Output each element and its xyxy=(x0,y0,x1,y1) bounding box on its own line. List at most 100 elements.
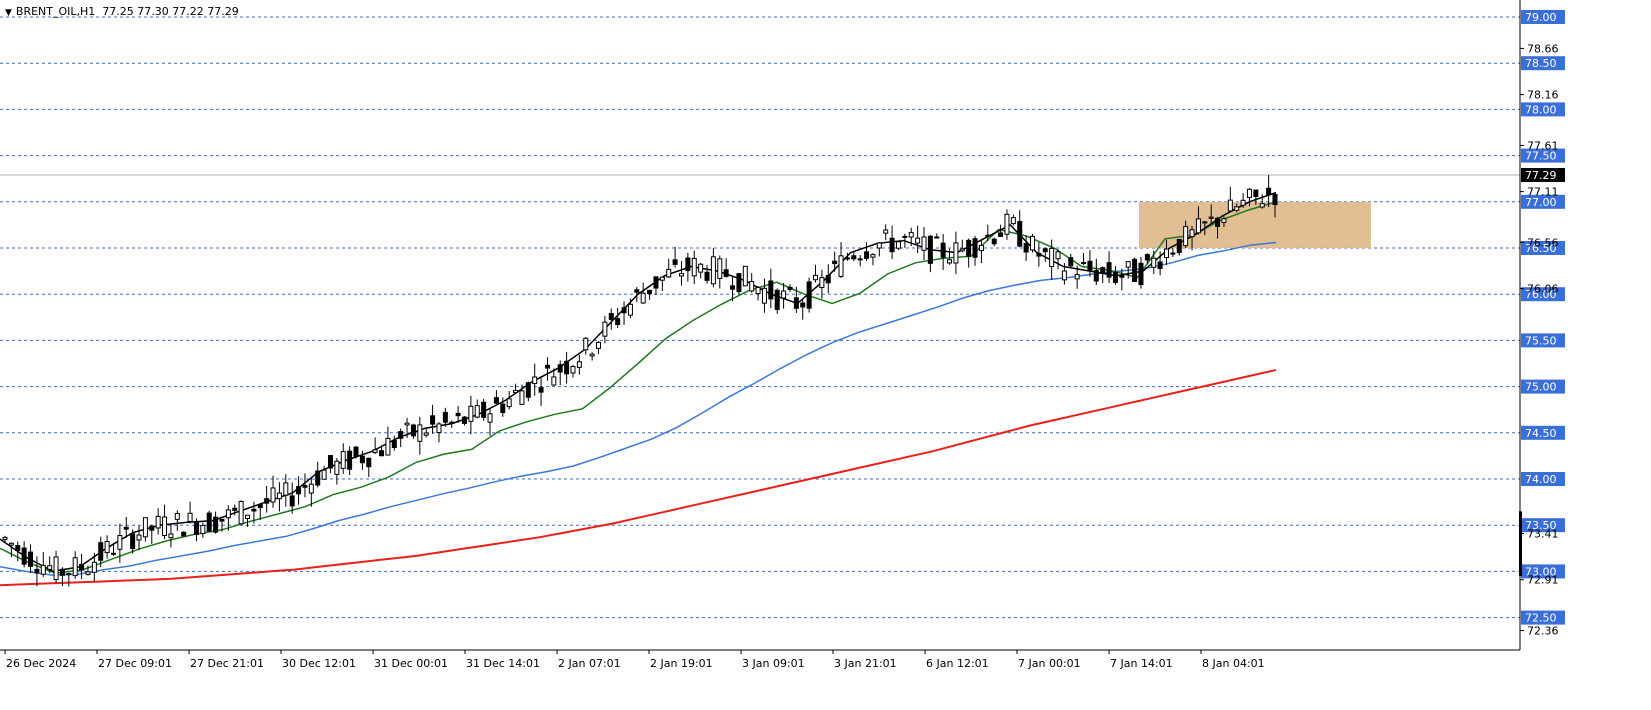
candle[interactable] xyxy=(838,242,844,279)
candle[interactable] xyxy=(685,252,691,282)
candle[interactable] xyxy=(257,502,263,520)
candle[interactable] xyxy=(53,550,59,583)
candle[interactable] xyxy=(596,341,602,355)
candle[interactable] xyxy=(602,315,608,344)
candle[interactable] xyxy=(672,246,678,268)
candle[interactable] xyxy=(1036,242,1042,267)
candle[interactable] xyxy=(34,556,40,587)
candle[interactable] xyxy=(813,264,819,283)
candle[interactable] xyxy=(187,501,193,524)
candle[interactable] xyxy=(647,289,653,300)
candle[interactable] xyxy=(391,435,397,451)
candle[interactable] xyxy=(1100,266,1106,284)
candle[interactable] xyxy=(1087,250,1093,277)
candle[interactable] xyxy=(481,398,487,421)
candle[interactable] xyxy=(710,248,716,288)
candle[interactable] xyxy=(417,416,423,455)
candle[interactable] xyxy=(825,264,831,294)
candle[interactable] xyxy=(889,225,895,260)
candle[interactable] xyxy=(513,383,519,394)
candle[interactable] xyxy=(934,233,940,239)
candle[interactable] xyxy=(1138,256,1144,289)
candle[interactable] xyxy=(487,409,493,436)
candle[interactable] xyxy=(736,273,742,295)
candle[interactable] xyxy=(315,461,321,488)
candle[interactable] xyxy=(659,276,665,292)
candle[interactable] xyxy=(749,273,755,293)
candle[interactable] xyxy=(168,524,174,548)
candle[interactable] xyxy=(181,531,187,537)
candle[interactable] xyxy=(851,252,857,262)
candle[interactable] xyxy=(723,258,729,278)
candle[interactable] xyxy=(876,241,882,257)
candle[interactable] xyxy=(621,301,627,325)
candle[interactable] xyxy=(564,351,570,384)
candle[interactable] xyxy=(953,231,959,275)
candle[interactable] xyxy=(72,551,78,579)
candle[interactable] xyxy=(532,363,538,396)
candle[interactable] xyxy=(436,422,442,443)
candle[interactable] xyxy=(1176,238,1182,256)
candle[interactable] xyxy=(1010,214,1016,226)
candle[interactable] xyxy=(238,500,244,525)
candle[interactable] xyxy=(468,395,474,435)
candle[interactable] xyxy=(538,375,544,406)
candle[interactable] xyxy=(691,250,697,285)
candle[interactable] xyxy=(410,423,416,439)
candle[interactable] xyxy=(270,475,276,508)
candle[interactable] xyxy=(857,255,863,267)
candle[interactable] xyxy=(21,541,27,568)
candle[interactable] xyxy=(666,258,672,279)
candle[interactable] xyxy=(474,399,480,419)
candle[interactable] xyxy=(608,308,614,330)
candle[interactable] xyxy=(1112,266,1118,285)
candle[interactable] xyxy=(972,235,978,266)
candle[interactable] xyxy=(327,455,333,474)
candle[interactable] xyxy=(461,415,467,426)
candle[interactable] xyxy=(506,390,512,410)
candle[interactable] xyxy=(927,235,933,273)
candle[interactable] xyxy=(1240,193,1246,208)
candle[interactable] xyxy=(774,288,780,314)
candle[interactable] xyxy=(806,277,812,313)
candle[interactable] xyxy=(583,337,589,355)
candle[interactable] xyxy=(40,552,46,577)
candle[interactable] xyxy=(966,238,972,268)
candle[interactable] xyxy=(787,284,793,292)
chart-area[interactable]: 79.00 78.50 78.00 77.50 77.00 76.50 76.00 75.50… xyxy=(0,0,1651,706)
candle[interactable] xyxy=(589,352,595,361)
candle[interactable] xyxy=(1055,249,1061,270)
candle[interactable] xyxy=(940,233,946,270)
candle[interactable] xyxy=(264,486,270,513)
candle[interactable] xyxy=(149,524,155,544)
candle[interactable] xyxy=(921,226,927,261)
candle[interactable] xyxy=(717,255,723,289)
menu-triangle-icon[interactable]: ▼ xyxy=(5,8,12,18)
candle[interactable] xyxy=(430,404,436,434)
candle[interactable] xyxy=(1106,251,1112,283)
candle[interactable] xyxy=(1227,186,1233,212)
candle[interactable] xyxy=(136,525,142,551)
candle[interactable] xyxy=(366,457,372,477)
candle[interactable] xyxy=(200,522,206,538)
candle[interactable] xyxy=(206,510,212,532)
candle[interactable] xyxy=(698,262,704,279)
candle[interactable] xyxy=(353,445,359,459)
candle[interactable] xyxy=(761,278,767,313)
candle[interactable] xyxy=(423,428,429,438)
candle[interactable] xyxy=(296,476,302,505)
candle[interactable] xyxy=(174,510,180,531)
candle[interactable] xyxy=(142,517,148,542)
candle[interactable] xyxy=(66,572,72,587)
candle[interactable] xyxy=(302,473,308,498)
candle[interactable] xyxy=(895,240,901,250)
candle[interactable] xyxy=(870,253,876,266)
candle[interactable] xyxy=(781,282,787,309)
candle[interactable] xyxy=(864,242,870,261)
candle[interactable] xyxy=(372,437,378,455)
candle[interactable] xyxy=(1081,252,1087,266)
candle[interactable] xyxy=(1004,209,1010,240)
candle[interactable] xyxy=(193,518,199,542)
candle[interactable] xyxy=(79,553,85,580)
candle[interactable] xyxy=(340,443,346,474)
